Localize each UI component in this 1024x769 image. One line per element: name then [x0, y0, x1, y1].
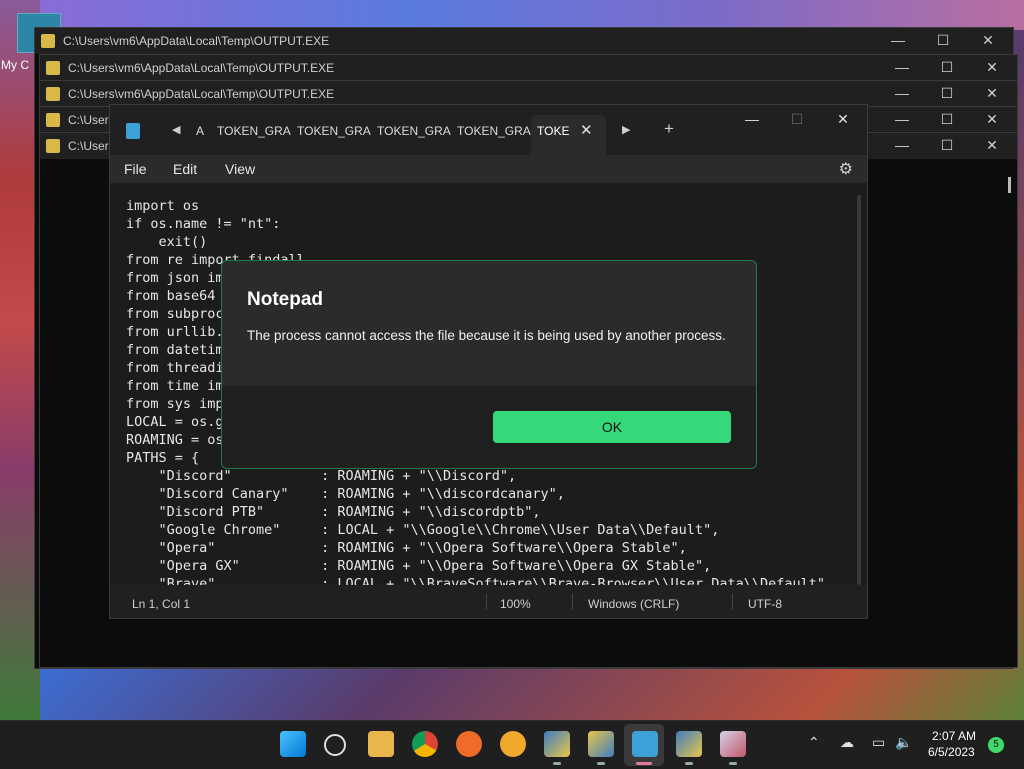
notes-app-icon[interactable]: [588, 731, 614, 757]
close-button[interactable]: ✕: [977, 137, 1007, 154]
dialog-title: Notepad: [247, 289, 323, 310]
console-titlebar[interactable]: C:\Users\vm6\AppData\Local\Temp\OUTPUT.E…: [40, 55, 1017, 81]
tab-scroll-right-icon[interactable]: ▶: [622, 123, 630, 136]
maximize-button[interactable]: ☐: [932, 111, 962, 128]
minimize-button[interactable]: —: [887, 59, 917, 75]
notification-badge[interactable]: 5: [988, 737, 1004, 753]
clock-date[interactable]: 6/5/2023: [928, 745, 975, 759]
running-indicator: [729, 762, 737, 765]
error-dialog: Notepad The process cannot access the fi…: [221, 260, 757, 469]
settings-gear-icon[interactable]: ⚙: [839, 159, 853, 179]
console-icon: [46, 61, 60, 75]
minimize-button[interactable]: —: [887, 85, 917, 101]
console-icon: [46, 87, 60, 101]
editor-scrollbar[interactable]: [857, 195, 861, 585]
display-icon[interactable]: ▭: [872, 734, 885, 751]
dialog-footer: OK: [222, 386, 756, 468]
python-app-icon-2[interactable]: [676, 731, 702, 757]
wallpaper-top: [0, 0, 1024, 30]
running-indicator: [685, 762, 693, 765]
minimize-button[interactable]: —: [883, 32, 913, 48]
new-tab-icon[interactable]: +: [664, 119, 674, 139]
active-indicator: [636, 762, 652, 765]
tab-3[interactable]: TOKEN_GRA: [297, 124, 371, 138]
python-app-icon[interactable]: [544, 731, 570, 757]
console-icon: [46, 113, 60, 127]
running-indicator: [597, 762, 605, 765]
close-tab-icon[interactable]: ✕: [580, 121, 593, 139]
file-explorer-icon[interactable]: [368, 731, 394, 757]
zoom-level: 100%: [500, 597, 531, 611]
running-indicator: [553, 762, 561, 765]
close-button[interactable]: ✕: [973, 32, 1003, 49]
close-button[interactable]: ✕: [977, 85, 1007, 102]
console-icon: [41, 34, 55, 48]
chrome-icon[interactable]: [412, 731, 438, 757]
app-icon-yellow[interactable]: [500, 731, 526, 757]
maximize-button[interactable]: ☐: [932, 85, 962, 102]
notepad-menubar: File Edit View ⚙: [110, 155, 867, 183]
ok-button[interactable]: OK: [493, 411, 731, 443]
notepad-icon[interactable]: [632, 731, 658, 757]
close-button[interactable]: ✕: [977, 59, 1007, 76]
close-button[interactable]: ✕: [977, 111, 1007, 128]
maximize-button[interactable]: ☐: [928, 32, 958, 49]
volume-icon[interactable]: 🔈: [895, 734, 912, 751]
maximize-button[interactable]: ☐: [777, 111, 817, 128]
console-icon: [46, 139, 60, 153]
minimize-button[interactable]: —: [887, 111, 917, 127]
status-divider: [732, 594, 733, 610]
notepad-tabbar[interactable]: ◀ A TOKEN_GRA TOKEN_GRA TOKEN_GRA TOKEN_…: [110, 105, 867, 155]
maximize-button[interactable]: ☐: [932, 59, 962, 76]
app-icon-orange[interactable]: [456, 731, 482, 757]
dialog-message: The process cannot access the file becau…: [247, 328, 726, 343]
notepad-app-icon: [126, 123, 140, 139]
clock-time[interactable]: 2:07 AM: [932, 729, 976, 743]
status-divider: [486, 594, 487, 610]
show-hidden-icons-icon[interactable]: ⌃: [808, 734, 820, 751]
maximize-button[interactable]: ☐: [932, 137, 962, 154]
console-title: C:\Users\vm6\AppData\Local\Temp\OUTPUT.E…: [68, 87, 335, 101]
tab-5[interactable]: TOKEN_GRA: [457, 124, 531, 138]
search-icon[interactable]: [324, 734, 346, 756]
cursor-position: Ln 1, Col 1: [132, 597, 191, 611]
start-icon[interactable]: [280, 731, 306, 757]
close-button[interactable]: ✕: [823, 111, 863, 128]
tab-scroll-left-icon[interactable]: ◀: [172, 123, 180, 136]
app-icon-figure[interactable]: [720, 731, 746, 757]
network-icon[interactable]: ☁: [840, 734, 854, 751]
menu-edit[interactable]: Edit: [173, 161, 197, 177]
encoding: UTF-8: [748, 597, 782, 611]
desktop-icon-label: My C: [1, 58, 29, 72]
menu-file[interactable]: File: [124, 161, 147, 177]
tab-active[interactable]: TOKE: [537, 124, 569, 138]
console-title: C:\Users\vm6\AppData\Local\Temp\OUTPUT.E…: [63, 34, 330, 48]
notepad-statusbar: Ln 1, Col 1 100% Windows (CRLF) UTF-8: [110, 585, 867, 618]
menu-view[interactable]: View: [225, 161, 255, 177]
status-divider: [572, 594, 573, 610]
console-title: C:\Users\vm6\AppData\Local\Temp\OUTPUT.E…: [68, 61, 335, 75]
line-ending: Windows (CRLF): [588, 597, 680, 611]
console-titlebar[interactable]: C:\Users\vm6\AppData\Local\Temp\OUTPUT.E…: [35, 28, 1013, 54]
tab-2[interactable]: TOKEN_GRA: [217, 124, 291, 138]
console-scrollbar[interactable]: [1008, 177, 1011, 193]
tab-1[interactable]: A: [196, 124, 204, 138]
minimize-button[interactable]: —: [732, 111, 772, 127]
tab-4[interactable]: TOKEN_GRA: [377, 124, 451, 138]
minimize-button[interactable]: —: [887, 137, 917, 153]
taskbar: ⌃ ☁ ▭ 🔈 2:07 AM 6/5/2023 5: [0, 720, 1024, 769]
